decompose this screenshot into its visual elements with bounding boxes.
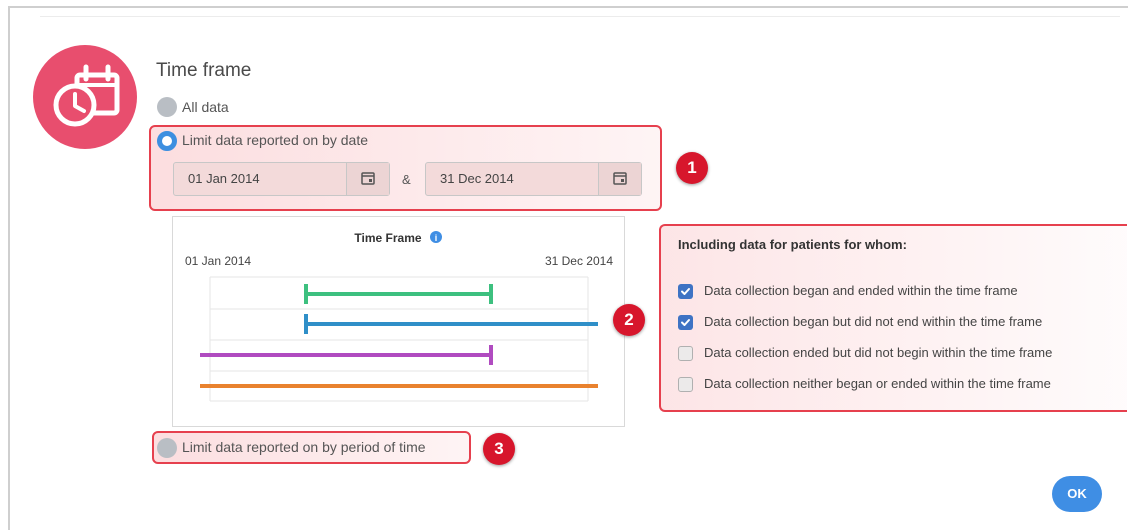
filter-checkbox[interactable] [678, 315, 693, 330]
radio-limit-by-period[interactable] [157, 438, 177, 458]
chart-series-bar [304, 284, 493, 304]
chart-title: Time Frame [354, 231, 421, 245]
radio-limit-by-period-label[interactable]: Limit data reported on by period of time [182, 439, 426, 455]
radio-all-data-label[interactable]: All data [182, 99, 229, 115]
start-date-picker-button[interactable] [346, 163, 389, 195]
chart-start-label: 01 Jan 2014 [185, 254, 251, 268]
dialog-title: Time frame [156, 60, 252, 81]
checkmark-icon [681, 319, 690, 326]
date-range-separator: & [402, 172, 411, 187]
calendar-icon [613, 172, 627, 185]
filter-checkbox-label[interactable]: Data collection began but did not end wi… [704, 314, 1042, 329]
divider [40, 16, 1120, 17]
chart-end-label: 31 Dec 2014 [545, 254, 613, 268]
chart-series-bar [304, 314, 598, 334]
end-date-picker-button[interactable] [598, 163, 641, 195]
dialog-border-left [8, 6, 10, 530]
calendar-icon [361, 172, 375, 185]
callout-badge-2: 2 [613, 304, 645, 336]
filter-checkbox[interactable] [678, 284, 693, 299]
callout-badge-1: 1 [676, 152, 708, 184]
radio-limit-by-date-label[interactable]: Limit data reported on by date [182, 132, 368, 148]
end-date-field[interactable]: 31 Dec 2014 [425, 162, 642, 196]
filters-heading: Including data for patients for whom: [678, 237, 907, 252]
dialog-border-top [8, 6, 1128, 8]
filter-checkbox[interactable] [678, 377, 693, 392]
radio-all-data[interactable] [157, 97, 177, 117]
info-icon[interactable]: i [430, 231, 442, 243]
radio-limit-by-date[interactable] [157, 131, 177, 151]
filter-checkbox-label[interactable]: Data collection ended but did not begin … [704, 345, 1052, 360]
filter-checkbox-label[interactable]: Data collection began and ended within t… [704, 283, 1018, 298]
filter-checkbox[interactable] [678, 346, 693, 361]
calendar-clock-icon [33, 45, 137, 149]
start-date-field[interactable]: 01 Jan 2014 [173, 162, 390, 196]
svg-text:i: i [435, 233, 438, 243]
start-date-value[interactable]: 01 Jan 2014 [188, 171, 260, 186]
end-date-value[interactable]: 31 Dec 2014 [440, 171, 514, 186]
time-frame-chart-svg: Time Frame i 01 Jan 2014 31 Dec 2014 [185, 231, 613, 402]
callout-badge-3: 3 [483, 433, 515, 465]
time-frame-chart: Time Frame i 01 Jan 2014 31 Dec 2014 [172, 216, 625, 427]
chart-series-bar [200, 345, 493, 365]
checkmark-icon [681, 288, 690, 295]
filter-checkbox-label[interactable]: Data collection neither began or ended w… [704, 376, 1051, 391]
ok-button[interactable]: OK [1052, 476, 1102, 512]
